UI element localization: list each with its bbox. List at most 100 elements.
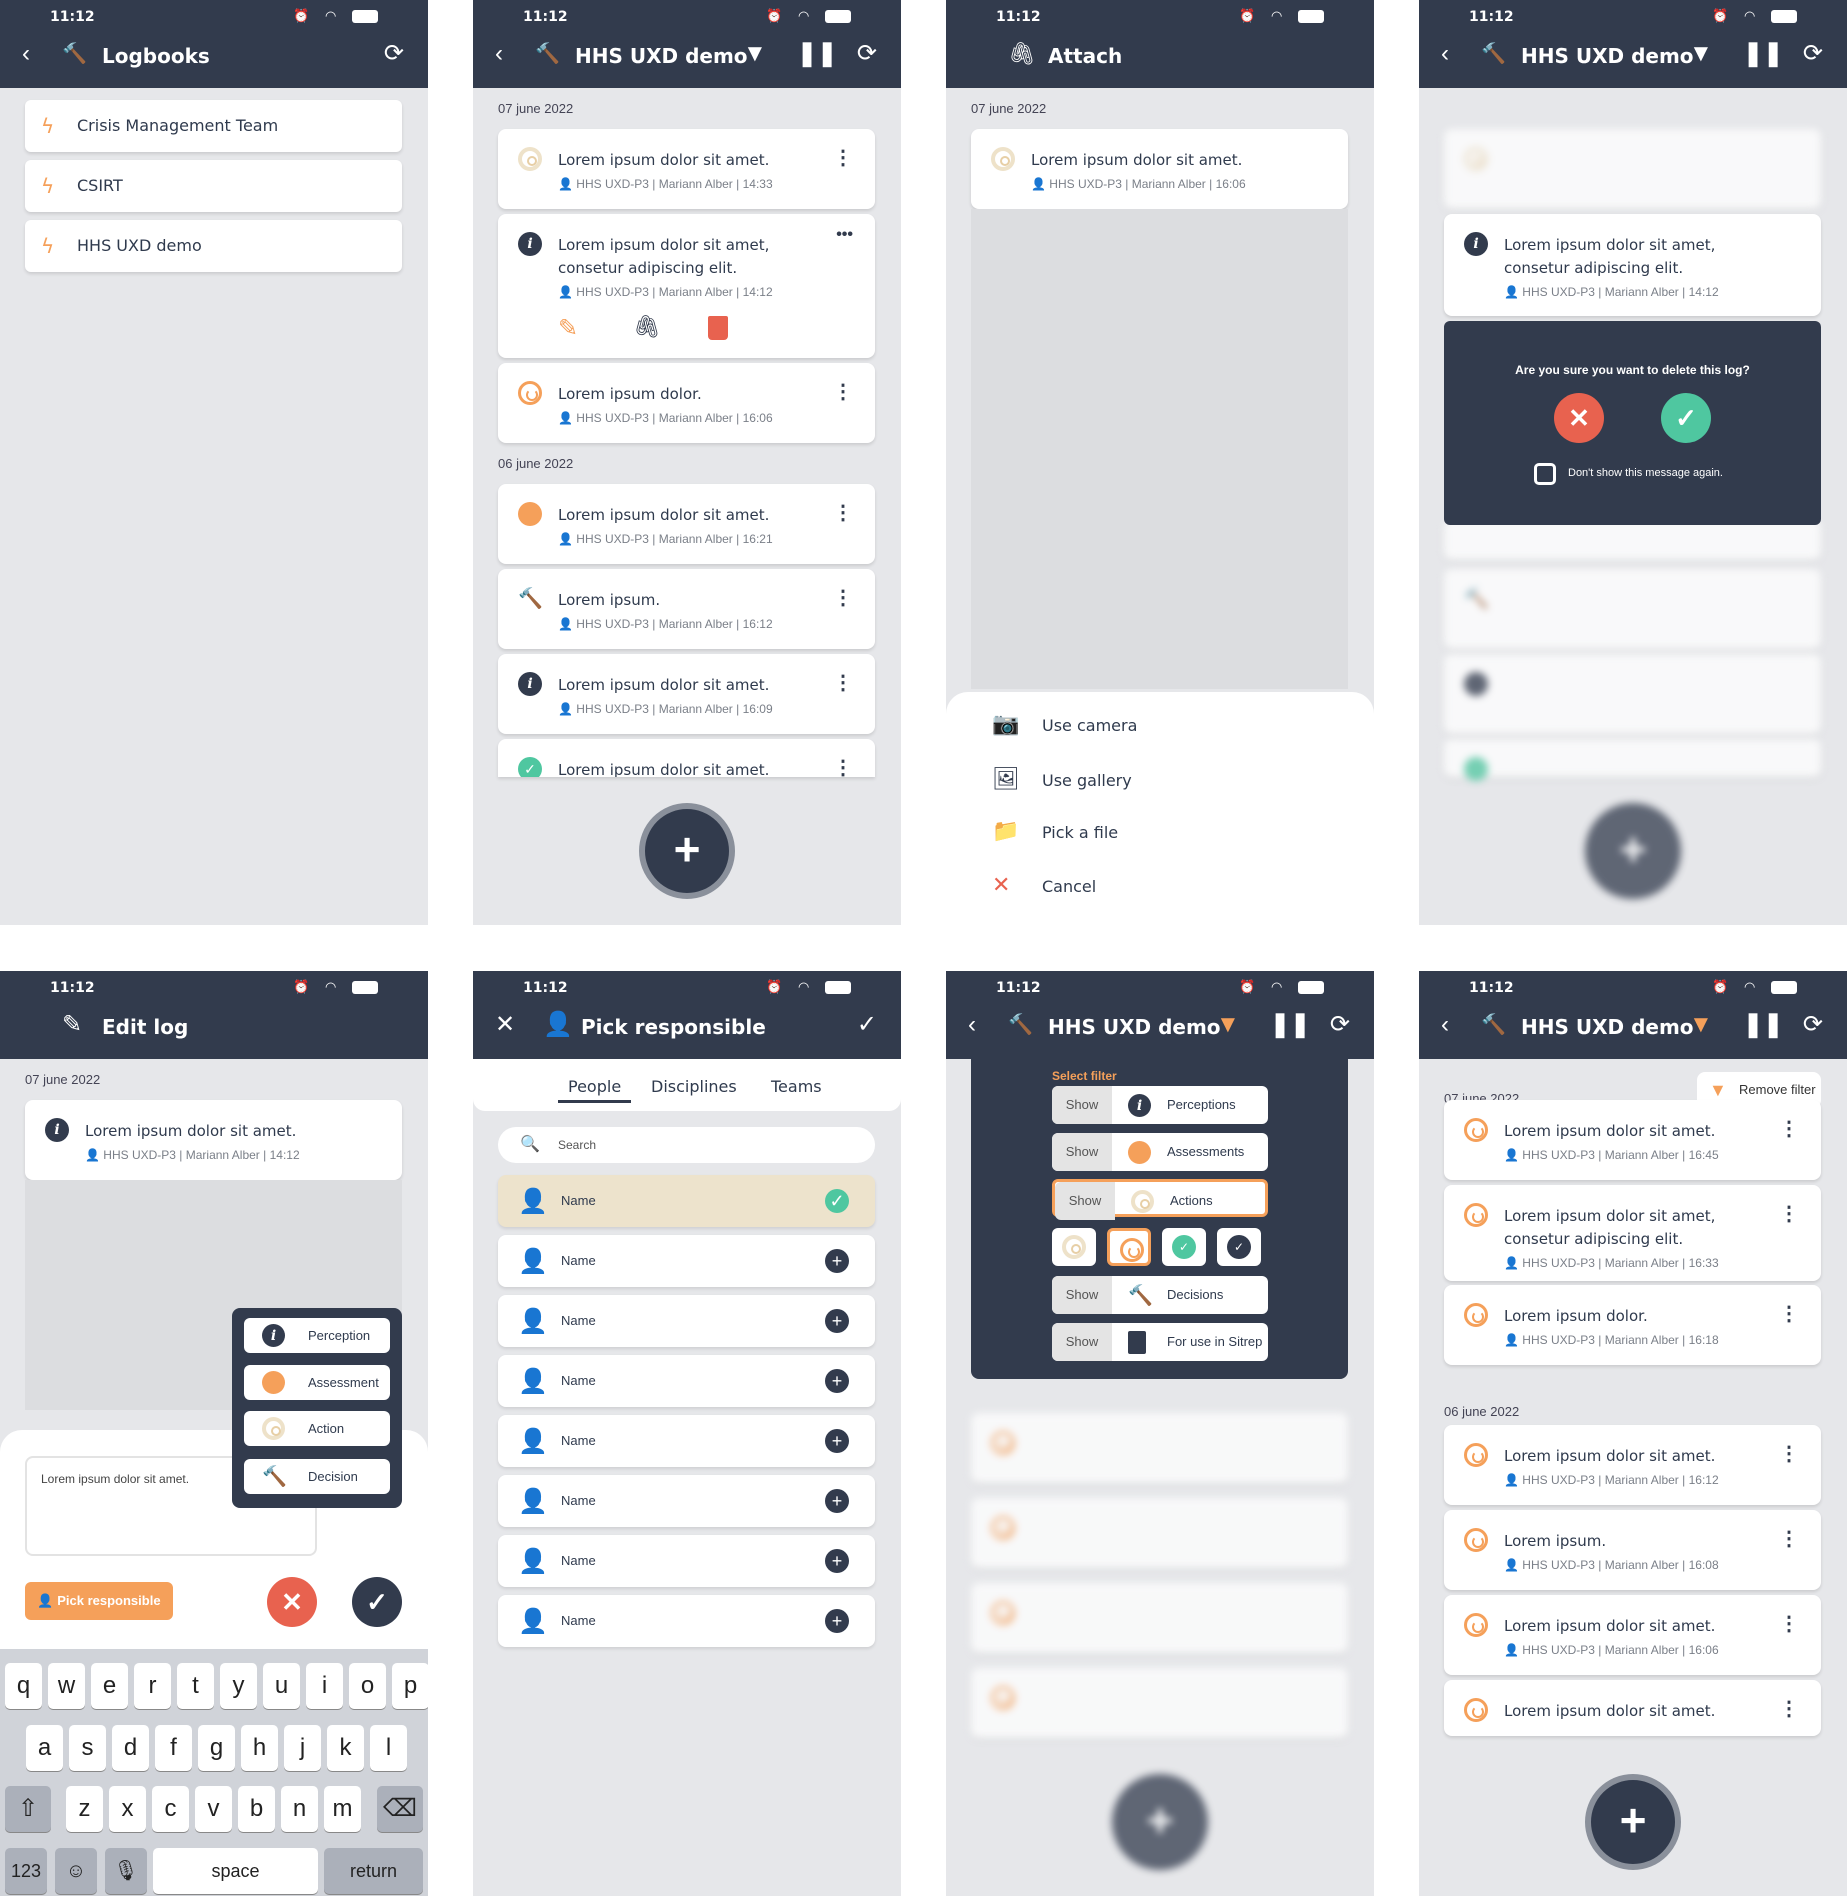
shift-key[interactable]: ⇧ bbox=[5, 1786, 51, 1832]
refresh-icon[interactable]: ⟳ bbox=[1803, 1011, 1823, 1039]
action-done-toggle[interactable]: ✓ bbox=[1162, 1228, 1206, 1266]
more-icon[interactable]: ⋮ bbox=[1779, 1116, 1799, 1141]
key-h[interactable]: h bbox=[241, 1725, 278, 1771]
person-row[interactable]: 👤 Name + bbox=[498, 1535, 875, 1587]
back-icon[interactable]: ‹ bbox=[1441, 40, 1449, 68]
check-icon[interactable]: ✓ bbox=[857, 1011, 877, 1039]
filter-actions[interactable]: Show Actions bbox=[1052, 1179, 1268, 1220]
more-icon[interactable]: ⋮ bbox=[1779, 1201, 1799, 1226]
more-icon[interactable]: ⋮ bbox=[833, 500, 853, 525]
more-icon[interactable]: ⋮ bbox=[833, 755, 853, 777]
person-row[interactable]: 👤 Name + bbox=[498, 1295, 875, 1347]
refresh-icon[interactable]: ⟳ bbox=[384, 40, 404, 68]
dont-show-checkbox[interactable] bbox=[1534, 463, 1556, 485]
person-row[interactable]: 👤 Name + bbox=[498, 1595, 875, 1647]
person-row[interactable]: 👤 Name + bbox=[498, 1475, 875, 1527]
pause-icon[interactable]: ❚❚ bbox=[1743, 40, 1783, 68]
more-icon[interactable]: ⋮ bbox=[1779, 1441, 1799, 1466]
key-m[interactable]: m bbox=[324, 1786, 361, 1832]
more-icon[interactable]: ⋮ bbox=[833, 379, 853, 404]
add-icon[interactable]: + bbox=[825, 1609, 849, 1633]
log-card[interactable]: Lorem ipsum. 👤 HHS UXD-P3 | Mariann Alber… bbox=[1444, 1510, 1821, 1590]
add-button[interactable]: + bbox=[639, 803, 735, 899]
backspace-key[interactable]: ⌫ bbox=[377, 1786, 423, 1832]
key-y[interactable]: y bbox=[220, 1663, 257, 1709]
log-card[interactable]: Lorem ipsum dolor sit amet. 👤 HHS UXD-P3 … bbox=[1444, 1425, 1821, 1505]
logbook-item[interactable]: ϟ Crisis Management Team bbox=[25, 100, 402, 152]
key-w[interactable]: w bbox=[48, 1663, 85, 1709]
pick-file-option[interactable]: 📁 Pick a file bbox=[992, 819, 1118, 844]
key-c[interactable]: c bbox=[152, 1786, 189, 1832]
more-icon[interactable]: ⋮ bbox=[1779, 1526, 1799, 1551]
back-icon[interactable]: ‹ bbox=[968, 1011, 976, 1039]
key-q[interactable]: q bbox=[5, 1663, 42, 1709]
more-icon[interactable]: ⋮ bbox=[1779, 1696, 1799, 1721]
key-r[interactable]: r bbox=[134, 1663, 171, 1709]
log-card[interactable]: Lorem ipsum dolor. 👤 HHS UXD-P3 | Marian… bbox=[498, 363, 875, 443]
type-decision[interactable]: 🔨 Decision bbox=[244, 1459, 390, 1494]
key-z[interactable]: z bbox=[66, 1786, 103, 1832]
filter-icon[interactable]: ▼ bbox=[743, 40, 767, 68]
key-a[interactable]: a bbox=[26, 1725, 63, 1771]
person-row[interactable]: 👤 Name + bbox=[498, 1235, 875, 1287]
pause-icon[interactable]: ❚❚ bbox=[797, 40, 837, 68]
attach-icon[interactable]: 🖇 bbox=[633, 314, 661, 340]
show-toggle[interactable]: Show bbox=[1052, 1133, 1112, 1171]
log-card[interactable]: Lorem ipsum dolor sit amet. 👤 HHS UXD-P3 … bbox=[1444, 1100, 1821, 1180]
use-gallery-option[interactable]: 🖼 Use gallery bbox=[992, 767, 1132, 792]
action-inprogress-toggle[interactable] bbox=[1107, 1228, 1151, 1266]
key-u[interactable]: u bbox=[263, 1663, 300, 1709]
more-icon[interactable]: ⋮ bbox=[1779, 1301, 1799, 1326]
add-icon[interactable]: + bbox=[825, 1309, 849, 1333]
show-toggle[interactable]: Show bbox=[1055, 1182, 1115, 1220]
save-button[interactable]: ✓ bbox=[352, 1577, 402, 1627]
show-toggle[interactable]: Show bbox=[1052, 1323, 1112, 1361]
delete-icon[interactable] bbox=[708, 316, 728, 340]
key-b[interactable]: b bbox=[238, 1786, 275, 1832]
key-t[interactable]: t bbox=[177, 1663, 214, 1709]
filter-icon[interactable]: ▼ bbox=[1216, 1011, 1240, 1039]
log-card[interactable]: ✓ Lorem ipsum dolor sit amet. ⋮ bbox=[498, 739, 875, 777]
log-card[interactable]: 🔨 Lorem ipsum. 👤 HHS UXD-P3 | Mariann Al… bbox=[498, 569, 875, 649]
space-key[interactable]: space bbox=[153, 1848, 318, 1894]
more-icon[interactable]: ⋮ bbox=[833, 585, 853, 610]
key-p[interactable]: p bbox=[392, 1663, 428, 1709]
back-icon[interactable]: ‹ bbox=[22, 40, 30, 68]
log-card[interactable]: Lorem ipsum dolor sit amet. 👤 HHS UXD-P3… bbox=[498, 484, 875, 564]
add-button[interactable]: + bbox=[1585, 1774, 1681, 1870]
selected-icon[interactable]: ✓ bbox=[825, 1189, 849, 1213]
person-row[interactable]: 👤 Name ✓ bbox=[498, 1175, 875, 1227]
key-k[interactable]: k bbox=[327, 1725, 364, 1771]
log-card[interactable]: Lorem ipsum dolor sit amet, consetur adi… bbox=[1444, 1185, 1821, 1281]
use-camera-option[interactable]: 📷 Use camera bbox=[992, 712, 1137, 737]
action-open-toggle[interactable] bbox=[1052, 1228, 1096, 1266]
more-icon[interactable]: ⋮ bbox=[1779, 1611, 1799, 1636]
key-g[interactable]: g bbox=[198, 1725, 235, 1771]
back-icon[interactable]: ‹ bbox=[495, 40, 503, 68]
mic-key[interactable]: 🎙 bbox=[105, 1848, 147, 1894]
tab-teams[interactable]: Teams bbox=[771, 1077, 822, 1096]
refresh-icon[interactable]: ⟳ bbox=[857, 40, 877, 68]
close-icon[interactable]: ✕ bbox=[495, 1011, 515, 1039]
log-card-expanded[interactable]: i Lorem ipsum dolor sit amet, consetur a… bbox=[498, 214, 875, 358]
edit-icon[interactable]: ✎ bbox=[558, 314, 578, 343]
more-icon[interactable]: ⋮ bbox=[833, 670, 853, 695]
cancel-button[interactable]: ✕ bbox=[267, 1577, 317, 1627]
key-v[interactable]: v bbox=[195, 1786, 232, 1832]
emoji-key[interactable]: ☺ bbox=[55, 1848, 97, 1894]
log-card[interactable]: i Lorem ipsum dolor sit amet. 👤 HHS UXD-… bbox=[498, 654, 875, 734]
search-input[interactable]: Search bbox=[498, 1127, 875, 1163]
add-icon[interactable]: + bbox=[825, 1549, 849, 1573]
tab-disciplines[interactable]: Disciplines bbox=[651, 1077, 737, 1096]
return-key[interactable]: return bbox=[324, 1848, 423, 1894]
key-j[interactable]: j bbox=[284, 1725, 321, 1771]
key-i[interactable]: i bbox=[306, 1663, 343, 1709]
add-icon[interactable]: + bbox=[825, 1369, 849, 1393]
type-perception[interactable]: i Perception bbox=[244, 1318, 390, 1353]
log-card[interactable]: Lorem ipsum dolor sit amet. ⋮ bbox=[1444, 1680, 1821, 1736]
logbook-item[interactable]: ϟ HHS UXD demo bbox=[25, 220, 402, 272]
key-o[interactable]: o bbox=[349, 1663, 386, 1709]
filter-sitrep[interactable]: Show For use in Sitrep bbox=[1052, 1323, 1268, 1361]
key-l[interactable]: l bbox=[370, 1725, 407, 1771]
key-x[interactable]: x bbox=[109, 1786, 146, 1832]
